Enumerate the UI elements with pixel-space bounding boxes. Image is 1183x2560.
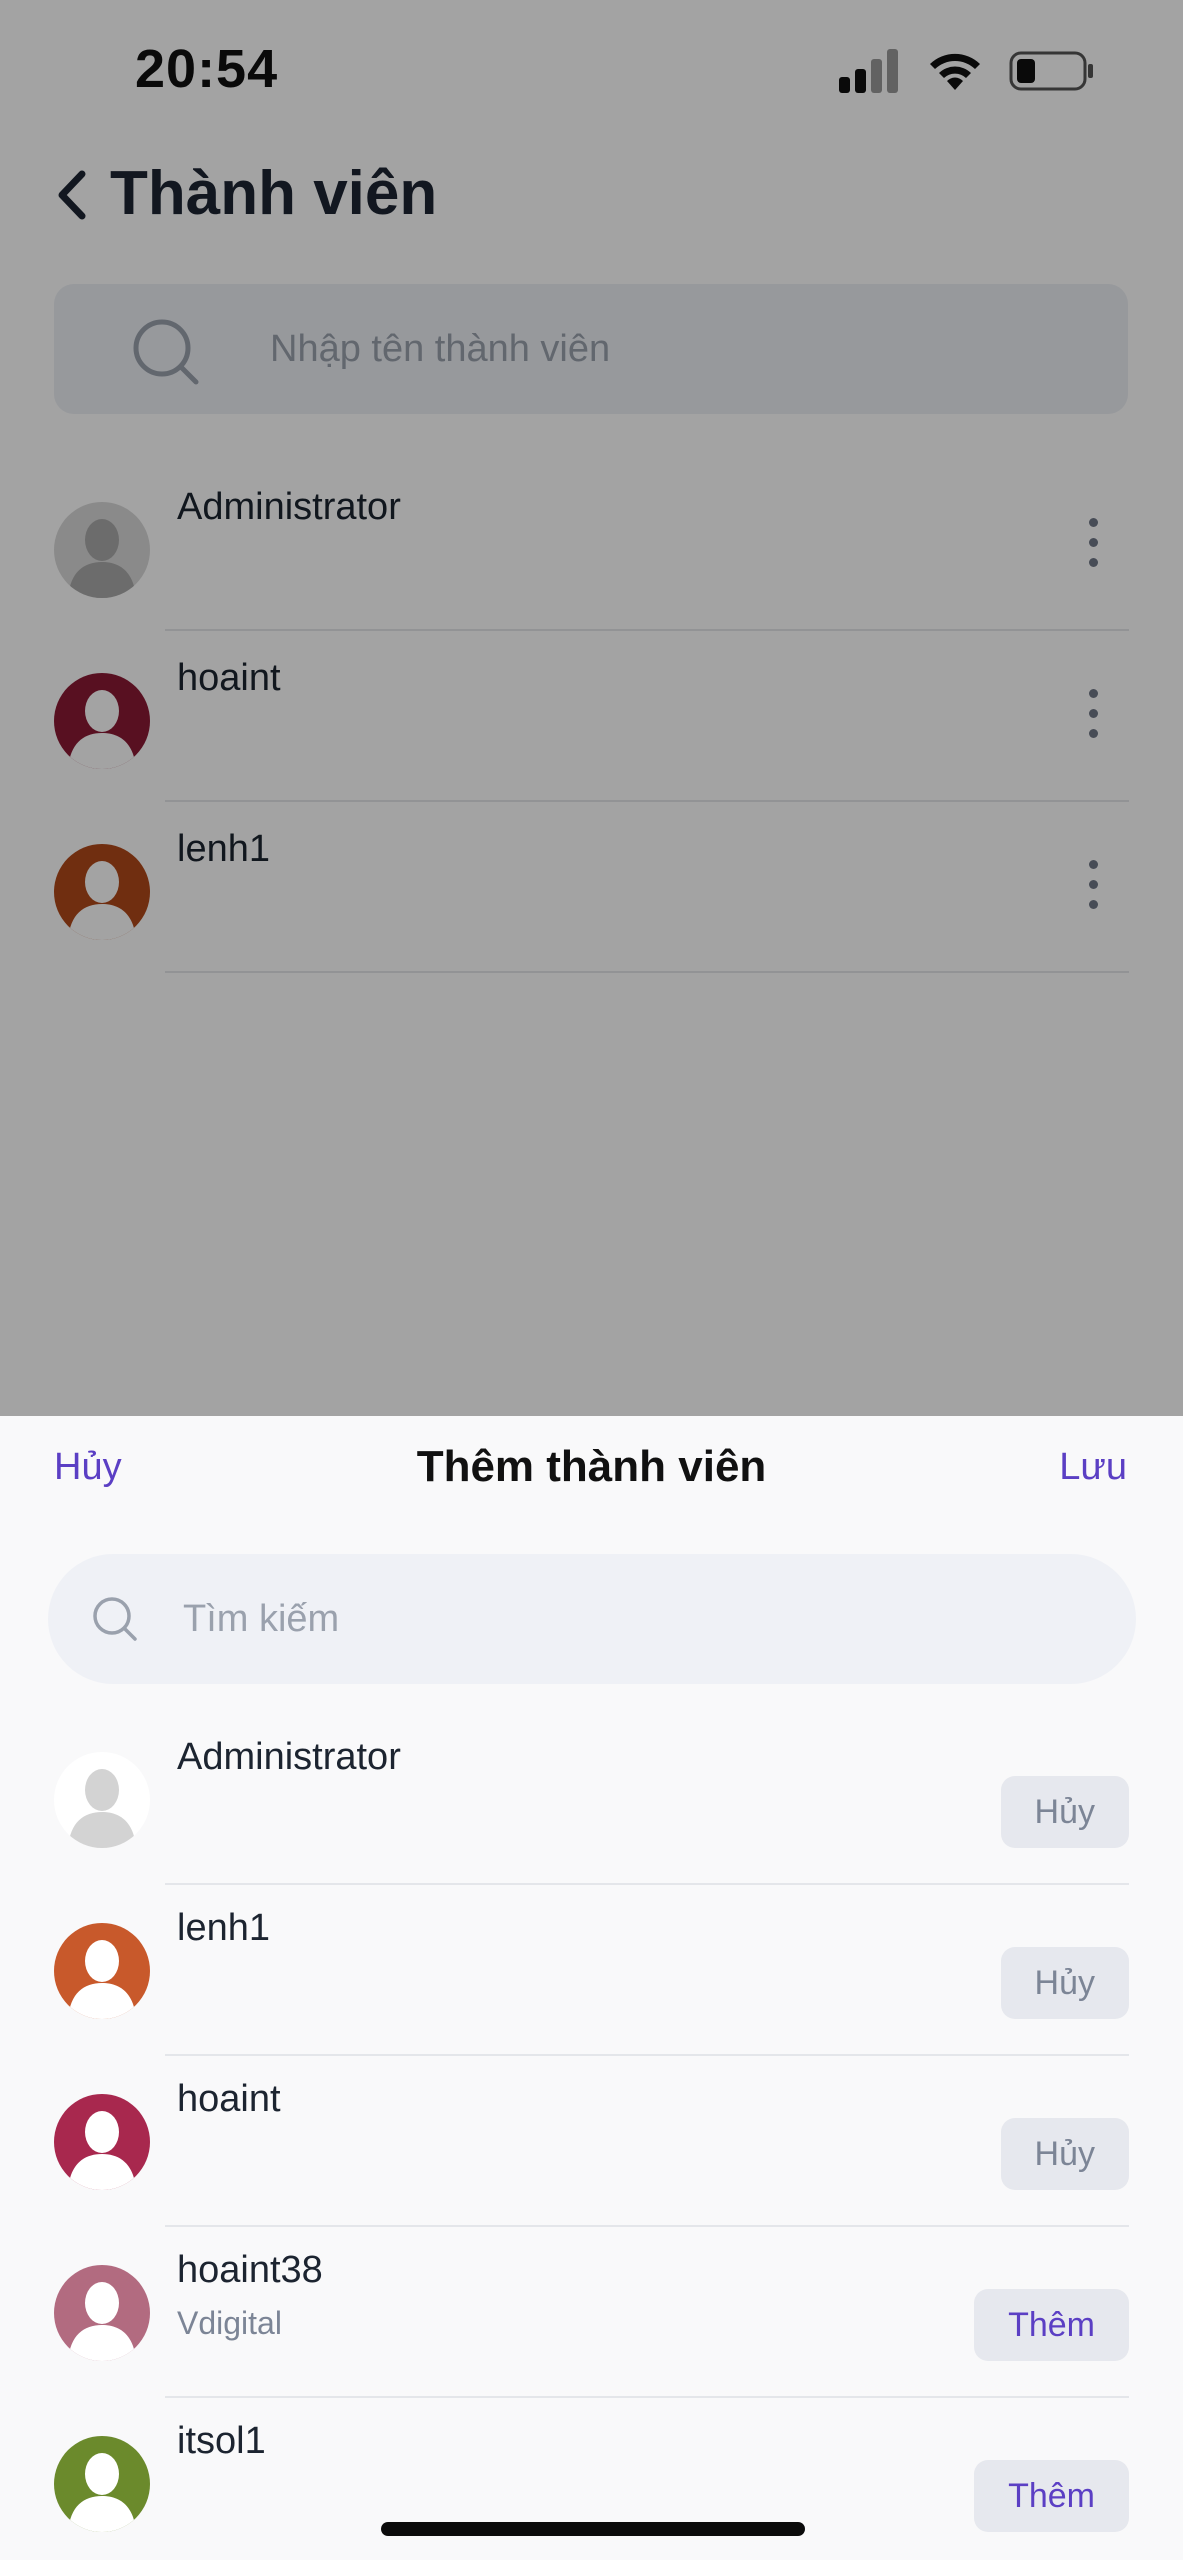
- avatar: [54, 1752, 150, 1848]
- remove-member-button[interactable]: Hủy: [1000, 1776, 1129, 1848]
- add-member-button[interactable]: Thêm: [974, 2460, 1129, 2532]
- modal-overlay[interactable]: [0, 0, 1183, 1416]
- candidate-list: Administrator Hủy lenh1 Hủy hoaint Hủy hoaint3…: [0, 1714, 1183, 2560]
- candidate-organization: Vdigital: [177, 2305, 282, 2341]
- person-icon: [54, 2094, 150, 2190]
- sheet-header: Hủy Thêm thành viên Lưu: [0, 1416, 1183, 1526]
- candidate-row: hoaint38 Vdigital Thêm: [0, 2227, 1183, 2398]
- person-icon: [54, 1752, 150, 1848]
- person-icon: [54, 1923, 150, 2019]
- person-icon: [54, 2265, 150, 2361]
- screen: 20:54 Thành viên Nhập tên thành viên Adm…: [0, 0, 1183, 2560]
- members-page: 20:54 Thành viên Nhập tên thành viên Adm…: [0, 0, 1183, 1416]
- search-input[interactable]: Tìm kiếm: [48, 1554, 1136, 1684]
- candidate-row: lenh1 Hủy: [0, 1885, 1183, 2056]
- add-member-sheet: Hủy Thêm thành viên Lưu Tìm kiếm Adminis…: [0, 1416, 1183, 2560]
- remove-member-button[interactable]: Hủy: [1000, 1947, 1129, 2019]
- candidate-row: Administrator Hủy: [0, 1714, 1183, 1885]
- candidate-name: Administrator: [177, 1736, 401, 1778]
- add-member-button[interactable]: Thêm: [974, 2289, 1129, 2361]
- remove-member-button[interactable]: Hủy: [1000, 2118, 1129, 2190]
- candidate-row: hoaint Hủy: [0, 2056, 1183, 2227]
- save-button[interactable]: Lưu: [1059, 1446, 1127, 1489]
- search-placeholder: Tìm kiếm: [183, 1598, 340, 1640]
- candidate-name: hoaint38: [177, 2249, 323, 2291]
- sheet-title: Thêm thành viên: [416, 1442, 767, 1491]
- avatar: [54, 2436, 150, 2532]
- avatar: [54, 1923, 150, 2019]
- candidate-name: itsol1: [177, 2420, 266, 2462]
- candidate-name: lenh1: [177, 1907, 270, 1949]
- avatar: [54, 2265, 150, 2361]
- person-icon: [54, 2436, 150, 2532]
- candidate-name: hoaint: [177, 2078, 281, 2120]
- home-indicator: [381, 2522, 805, 2536]
- avatar: [54, 2094, 150, 2190]
- search-icon: [93, 1597, 137, 1641]
